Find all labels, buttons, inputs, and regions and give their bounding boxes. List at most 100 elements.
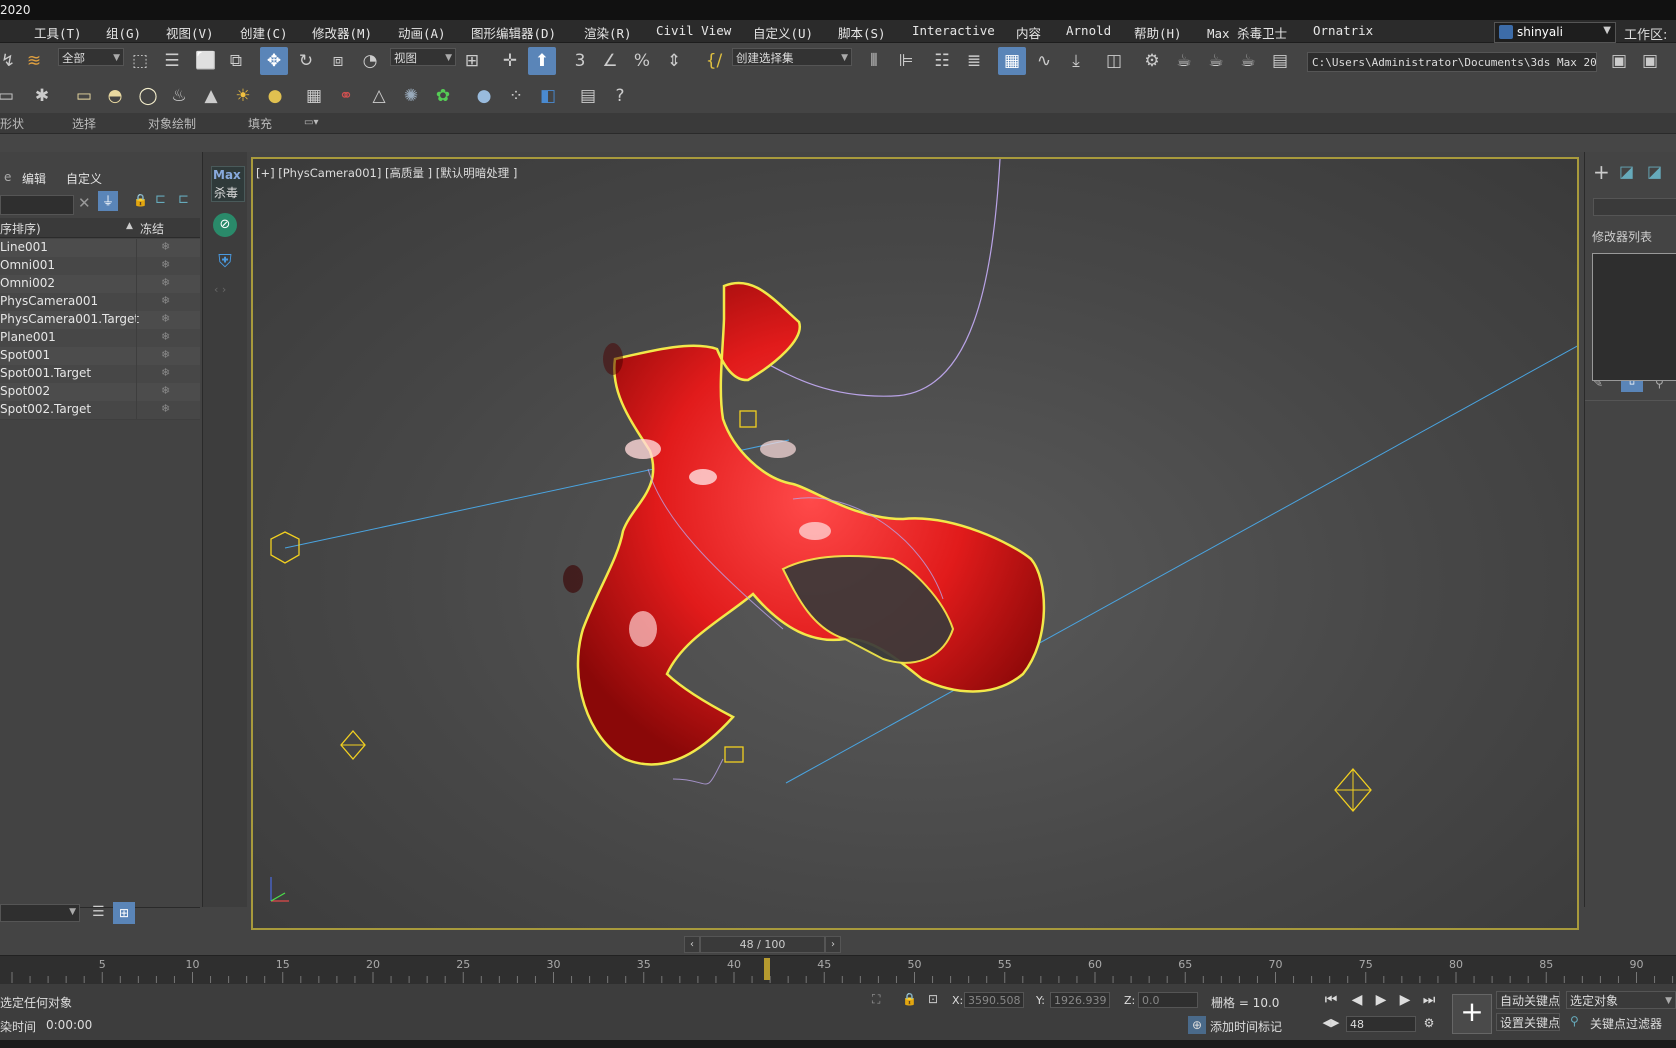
teapot-icon[interactable]: ♨: [165, 82, 193, 110]
named-selection-dropdown[interactable]: 创建选择集 ▼: [732, 48, 852, 66]
list-item[interactable]: Spot001 ❄: [0, 347, 200, 366]
current-frame-spinner[interactable]: 48: [1346, 1016, 1416, 1032]
select-and-scale-icon[interactable]: ⧈: [324, 47, 352, 75]
set-key-button[interactable]: 设置关键点: [1496, 1013, 1560, 1031]
material-browser-icon[interactable]: ⁘: [502, 82, 530, 110]
help-icon[interactable]: ?: [606, 82, 634, 110]
next-frame-button[interactable]: ›: [825, 936, 841, 953]
hierarchy-icon[interactable]: ⊏: [155, 192, 166, 207]
ribbon-tab-populate[interactable]: 填充: [248, 115, 272, 132]
render-grid-icon[interactable]: ▤: [1266, 47, 1294, 75]
modifier-list-dropdown[interactable]: 修改器列表: [1592, 228, 1652, 245]
freeze-icon[interactable]: ❄: [161, 348, 170, 361]
menu-customize[interactable]: 自定义(U): [753, 23, 813, 42]
menu-interactive[interactable]: Interactive: [912, 23, 995, 38]
project-folder-icon[interactable]: ▣: [1605, 47, 1633, 75]
schematic-view-icon[interactable]: ⤓: [1062, 47, 1090, 75]
time-config-icon[interactable]: ⚙: [1420, 1016, 1438, 1030]
edit-named-selection-icon[interactable]: {/: [700, 47, 728, 75]
explorer-tab-select[interactable]: e: [4, 170, 11, 184]
freeze-icon[interactable]: ❄: [161, 366, 170, 379]
freeze-icon[interactable]: ❄: [161, 276, 170, 289]
select-by-name-icon[interactable]: ☰: [158, 47, 186, 75]
layer-dropdown[interactable]: ▼: [0, 904, 80, 922]
box-primitive-icon[interactable]: ▭: [70, 82, 98, 110]
freeze-column-header[interactable]: 冻结: [140, 220, 164, 237]
time-slider[interactable]: 48 / 100: [700, 936, 825, 953]
render-in-cloud-icon[interactable]: ☕: [1234, 47, 1262, 75]
ribbon-options-icon[interactable]: ▭▾: [304, 117, 318, 128]
lock-icon[interactable]: 🔒: [133, 193, 148, 207]
window-crossing-icon[interactable]: ⧉: [222, 47, 250, 75]
material-editor-icon[interactable]: ◫: [1100, 47, 1128, 75]
freeze-icon[interactable]: ❄: [161, 294, 170, 307]
bind-space-warp-icon[interactable]: ≋: [20, 47, 48, 75]
ribbon-tab-shape[interactable]: 形状: [0, 115, 24, 132]
add-time-tag-icon[interactable]: ⊕: [1188, 1016, 1206, 1034]
select-manipulate-icon[interactable]: ✛: [496, 47, 524, 75]
selected-objects-dropdown[interactable]: 选定对象 ▼: [1566, 991, 1676, 1009]
selection-filter-dropdown[interactable]: 全部 ▼: [58, 48, 124, 66]
project-path-dropdown[interactable]: C:\Users\Administrator\Documents\3ds Max…: [1307, 52, 1597, 72]
hemisphere-icon[interactable]: ◓: [101, 82, 129, 110]
percent-snap-icon[interactable]: %: [628, 47, 656, 75]
x-coord-field[interactable]: 3590.508: [964, 992, 1024, 1008]
selection-lock-icon[interactable]: 🔒: [902, 992, 917, 1006]
keyboard-shortcut-override-icon[interactable]: ⬆: [528, 47, 556, 75]
list-item[interactable]: Spot002.Target ❄: [0, 401, 200, 420]
pivot-center-icon[interactable]: ⊞: [458, 47, 486, 75]
rectangular-selection-icon[interactable]: ⬜: [192, 47, 220, 75]
molecule-icon[interactable]: ⚭: [332, 82, 360, 110]
menu-create[interactable]: 创建(C): [240, 23, 288, 42]
list-item[interactable]: Plane001 ❄: [0, 329, 200, 348]
select-object-icon[interactable]: ⬚: [126, 47, 154, 75]
menu-group[interactable]: 组(G): [106, 23, 141, 42]
layers-icon[interactable]: ☰: [92, 904, 105, 920]
go-to-end-icon[interactable]: ⏭: [1420, 992, 1438, 1008]
modify-tab-icon[interactable]: ◪: [1619, 162, 1634, 181]
list-item[interactable]: PhysCamera001.Target ❄: [0, 311, 200, 330]
omni-light-icon[interactable]: ●: [261, 82, 289, 110]
sphere-icon[interactable]: ◯: [134, 82, 162, 110]
render-setup-icon[interactable]: ⚙: [1138, 47, 1166, 75]
list-item[interactable]: Spot002 ❄: [0, 383, 200, 402]
hierarchy-tab-icon[interactable]: ◪: [1647, 162, 1662, 181]
ribbon-tab-selection[interactable]: 选择: [72, 115, 96, 132]
viewport[interactable]: [251, 157, 1579, 930]
arrow-left-icon[interactable]: ‹ ›: [214, 283, 226, 296]
menu-arnold[interactable]: Arnold: [1066, 23, 1111, 38]
hierarchy-mode-icon[interactable]: ⊞: [113, 902, 135, 924]
create-tab-icon[interactable]: +: [1593, 160, 1610, 184]
list-item[interactable]: Omni001 ❄: [0, 257, 200, 276]
ribbon-tab-object-paint[interactable]: 对象绘制: [148, 115, 196, 132]
menu-max-antivirus[interactable]: Max 杀毒卫士: [1207, 23, 1287, 42]
foliage-icon[interactable]: ✿: [429, 82, 457, 110]
play-icon[interactable]: ▶: [1372, 992, 1390, 1008]
sun-light-icon[interactable]: ☀: [229, 82, 257, 110]
list-item[interactable]: Spot001.Target ❄: [0, 365, 200, 384]
set-keys-plus-button[interactable]: +: [1452, 994, 1492, 1034]
freeze-icon[interactable]: ❄: [161, 330, 170, 343]
y-coord-field[interactable]: 1926.939: [1050, 992, 1110, 1008]
link-icon[interactable]: ↯: [0, 47, 22, 75]
list-item[interactable]: PhysCamera001 ❄: [0, 293, 200, 312]
key-filters-button[interactable]: 关键点过滤器: [1590, 1015, 1662, 1032]
snaps-toggle-icon[interactable]: 3: [566, 47, 594, 75]
z-coord-field[interactable]: 0.0: [1138, 992, 1198, 1008]
render-region-icon[interactable]: ◧: [534, 82, 562, 110]
menu-ornatrix[interactable]: Ornatrix: [1313, 23, 1373, 38]
sofa-icon[interactable]: ▭: [0, 82, 20, 110]
plane-grid-icon[interactable]: ▦: [300, 82, 328, 110]
previous-key-icon[interactable]: ◀: [1348, 992, 1366, 1008]
key-filter-icon[interactable]: ⚲: [1570, 1014, 1579, 1028]
go-to-start-icon[interactable]: ⏮: [1322, 992, 1340, 1008]
select-and-place-icon[interactable]: ◔: [356, 47, 384, 75]
menu-animation[interactable]: 动画(A): [398, 23, 446, 42]
render-production-icon[interactable]: ☕: [1202, 47, 1230, 75]
menu-content[interactable]: 内容: [1016, 23, 1041, 42]
explorer-tab-customize[interactable]: 自定义: [66, 170, 102, 187]
scene-states-icon[interactable]: ▣: [1636, 47, 1664, 75]
previous-frame-button[interactable]: ‹: [684, 936, 700, 953]
menu-graph-editors[interactable]: 图形编辑器(D): [471, 23, 556, 42]
spinner-snap-icon[interactable]: ⇕: [660, 47, 688, 75]
